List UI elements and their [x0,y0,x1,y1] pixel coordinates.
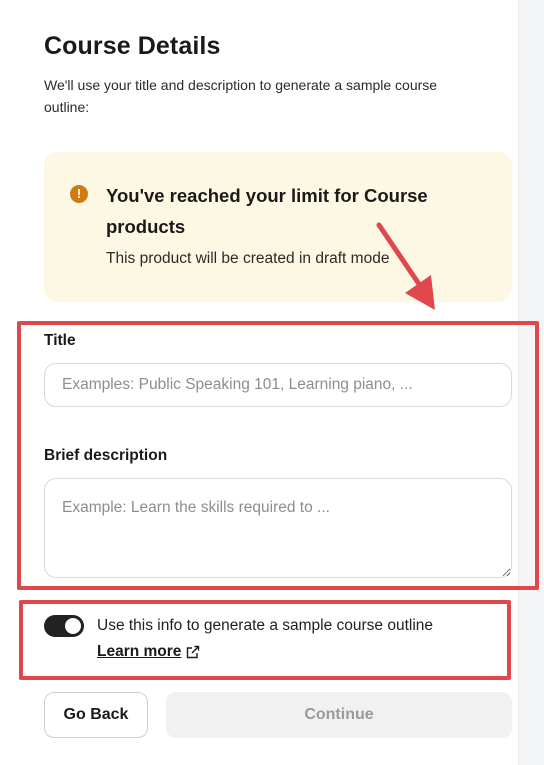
form-highlight-box [17,321,539,590]
continue-button[interactable]: Continue [166,692,512,738]
page-title: Course Details [44,32,221,60]
alert-title: You've reached your limit for Course pro… [106,185,428,237]
warning-icon: ! [70,185,88,203]
page-subtitle: We'll use your title and description to … [44,77,438,115]
go-back-button[interactable]: Go Back [44,692,148,738]
alert-body: This product will be created in draft mo… [106,250,390,267]
toggle-highlight-box [19,600,511,680]
limit-alert: ! You've reached your limit for Course p… [44,152,512,302]
